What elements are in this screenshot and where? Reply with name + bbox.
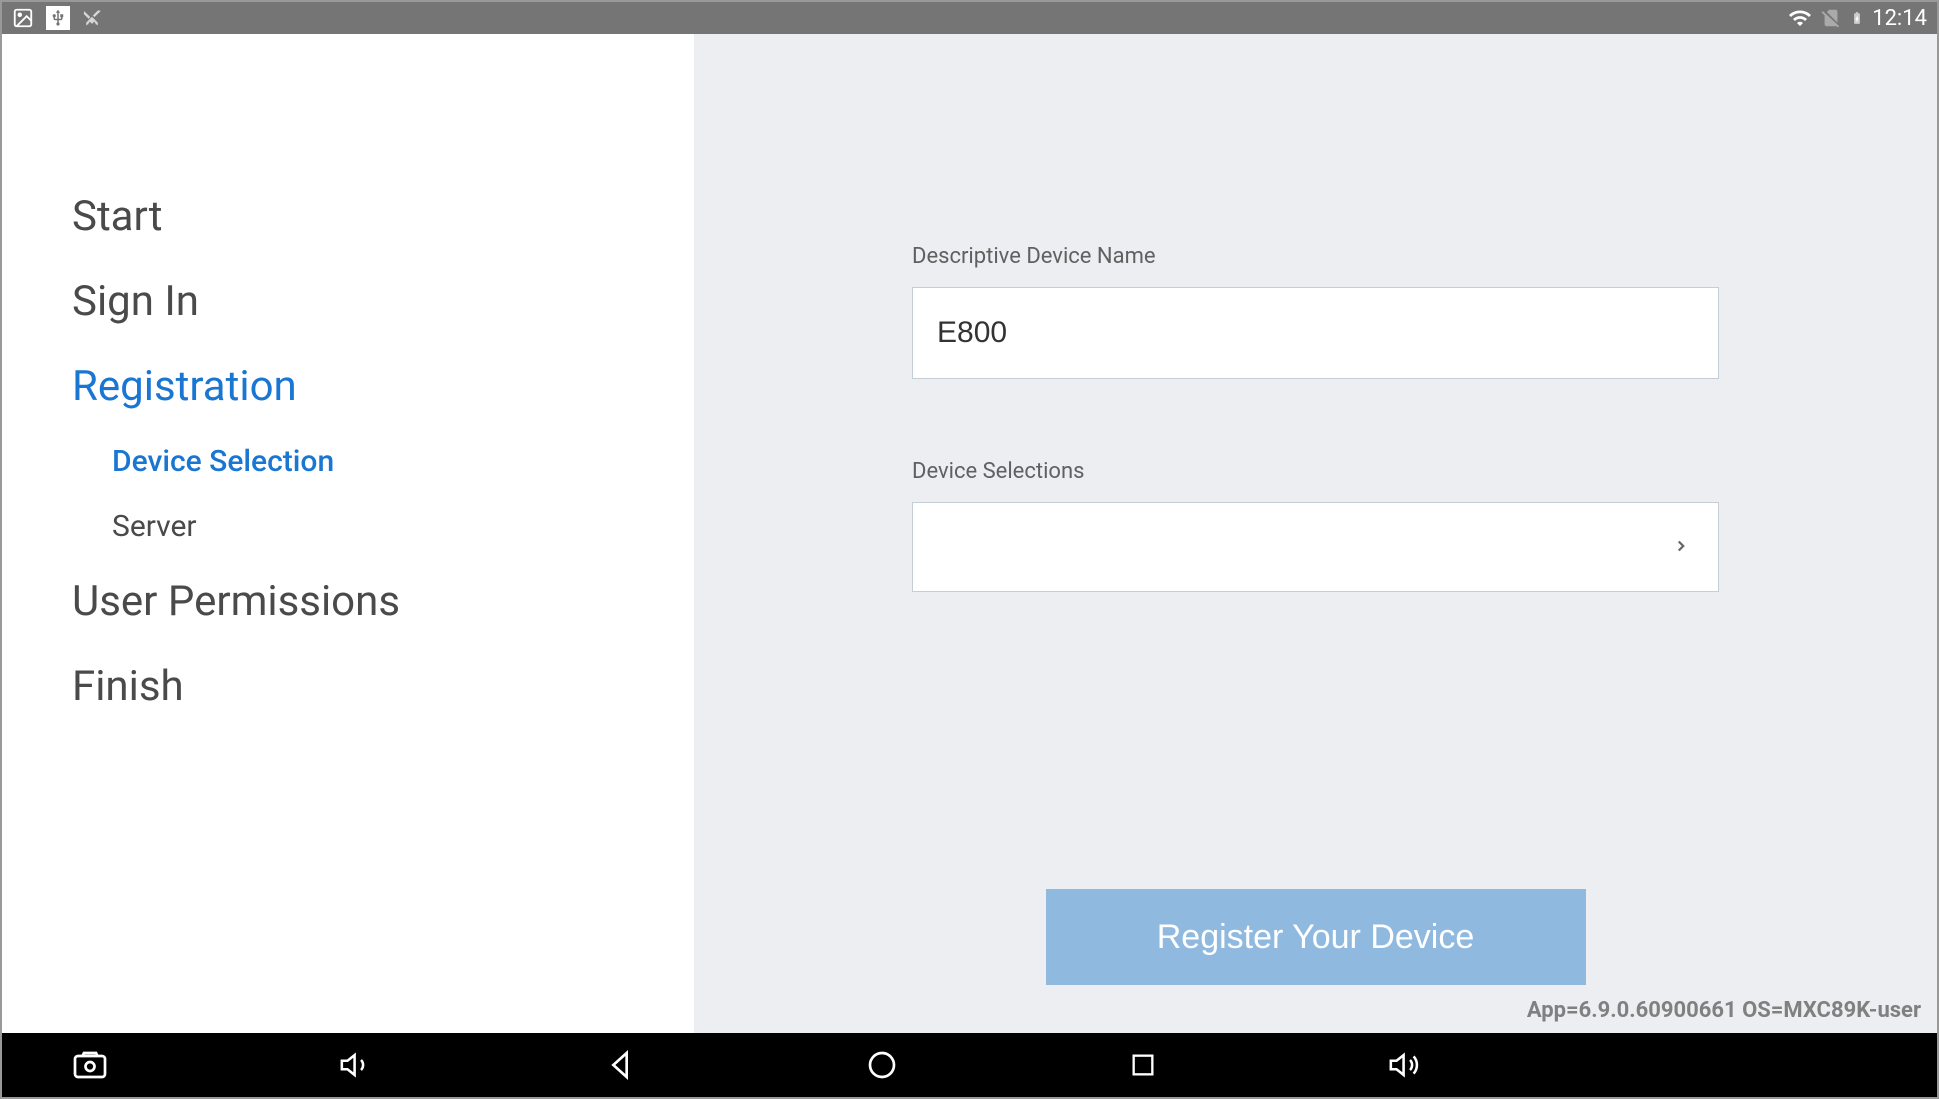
usb-notification-icon [46,6,70,30]
nav-sign-in[interactable]: Sign In [72,259,694,344]
image-notification-icon [12,7,34,29]
content-panel: Descriptive Device Name Device Selection… [694,34,1937,1033]
camera-icon[interactable] [72,1047,108,1083]
volume-down-icon[interactable] [339,1048,373,1082]
recent-apps-icon[interactable] [1129,1051,1157,1079]
nav-device-selection[interactable]: Device Selection [72,429,694,494]
volume-up-icon[interactable] [1388,1048,1422,1082]
sim-disabled-icon [1820,7,1842,29]
android-nav-bar [2,1033,1937,1097]
back-icon[interactable] [604,1049,636,1081]
version-info: App=6.9.0.60900661 OS=MXC89K-user [1527,998,1921,1023]
wifi-icon [1788,6,1812,30]
home-icon[interactable] [866,1049,898,1081]
nav-finish[interactable]: Finish [72,644,694,729]
nav-start[interactable]: Start [72,174,694,259]
device-selections-picker[interactable] [912,502,1719,592]
device-name-label: Descriptive Device Name [912,244,1719,269]
chevron-right-icon [1672,533,1690,561]
status-time: 12:14 [1872,6,1927,31]
nav-registration[interactable]: Registration [72,344,694,429]
setup-wizard-sidebar: Start Sign In Registration Device Select… [2,34,694,1033]
device-selections-label: Device Selections [912,459,1719,484]
android-status-bar: 12:14 [2,2,1937,34]
scissors-icon [82,8,102,28]
nav-server[interactable]: Server [72,494,694,559]
register-device-button[interactable]: Register Your Device [1046,889,1586,985]
nav-user-permissions[interactable]: User Permissions [72,559,694,644]
battery-icon [1850,7,1864,29]
device-name-input[interactable] [912,287,1719,379]
